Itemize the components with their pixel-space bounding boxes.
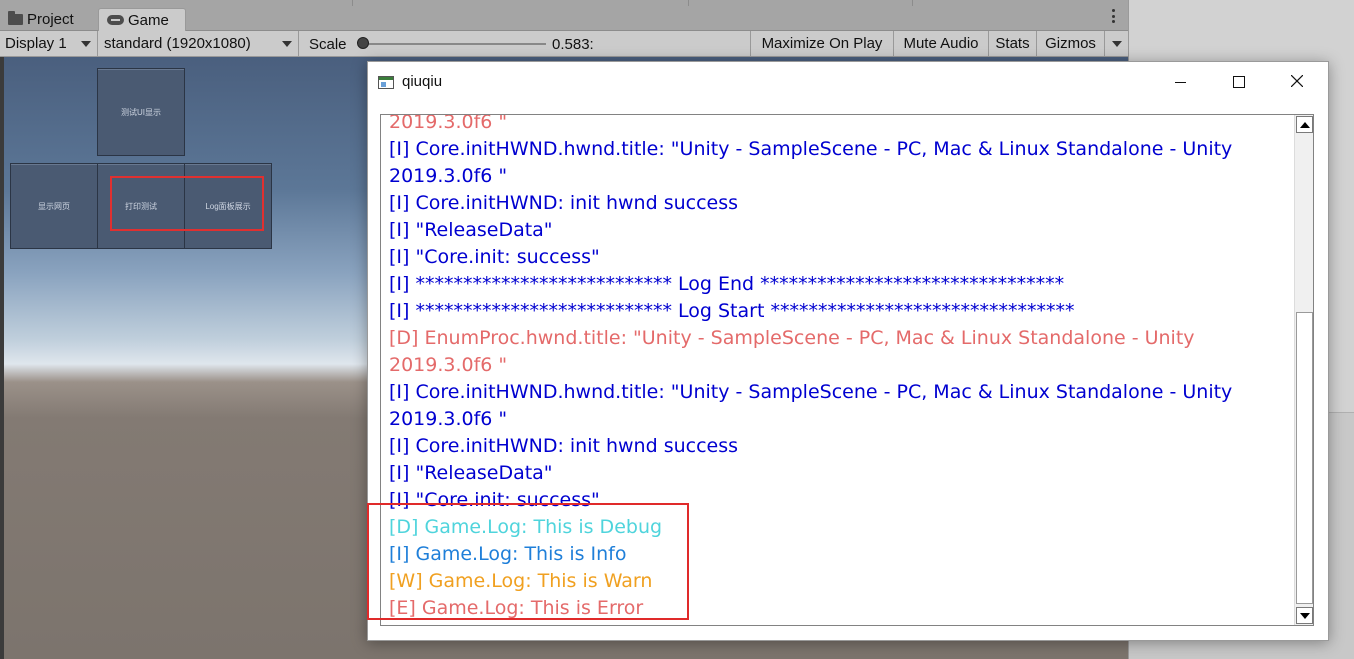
scale-label: Scale bbox=[309, 36, 347, 53]
log-line: [I] "ReleaseData" bbox=[389, 462, 553, 484]
resolution-dropdown-label: standard (1920x1080) bbox=[104, 35, 251, 52]
maximize-on-play-button[interactable]: Maximize On Play bbox=[750, 31, 893, 56]
minimize-button[interactable] bbox=[1152, 62, 1210, 102]
maximize-button[interactable] bbox=[1210, 62, 1268, 102]
log-line: 2019.3.0f6 " bbox=[389, 354, 508, 376]
tab-game-label: Game bbox=[128, 11, 169, 29]
log-line: [D] EnumProc.hwnd.title: "Unity - Sample… bbox=[389, 327, 1195, 349]
gizmos-label: Gizmos bbox=[1045, 35, 1096, 52]
editor-tab-bar: Project Game bbox=[0, 0, 1128, 31]
app-icon bbox=[378, 76, 394, 89]
scroll-down-icon[interactable] bbox=[1296, 607, 1313, 624]
highlight-box bbox=[367, 503, 689, 620]
highlight-box bbox=[110, 176, 264, 231]
log-line: [I] Core.initHWND: init hwnd success bbox=[389, 192, 739, 214]
tab-project-label: Project bbox=[27, 11, 74, 28]
more-options-icon[interactable] bbox=[1112, 9, 1116, 23]
show-webpage-label: 显示网页 bbox=[38, 201, 70, 211]
stats-label: Stats bbox=[995, 35, 1030, 52]
log-line: [I] *************************** Log End … bbox=[389, 273, 1065, 295]
log-line: 2019.3.0f6 " bbox=[389, 114, 508, 133]
display-dropdown-label: Display 1 bbox=[5, 35, 67, 52]
log-line: [I] *************************** Log Star… bbox=[389, 300, 1075, 322]
scale-slider-thumb[interactable] bbox=[357, 37, 369, 49]
gizmos-dropdown-icon[interactable] bbox=[1104, 31, 1128, 56]
log-line: 2019.3.0f6 " bbox=[389, 408, 508, 430]
show-webpage-button[interactable]: 显示网页 bbox=[10, 163, 98, 249]
gamepad-icon bbox=[107, 15, 124, 25]
vertical-scrollbar[interactable] bbox=[1294, 115, 1313, 625]
chevron-down-icon bbox=[282, 41, 292, 47]
resolution-dropdown[interactable]: standard (1920x1080) bbox=[99, 31, 299, 56]
chevron-down-icon bbox=[81, 41, 91, 47]
close-button[interactable] bbox=[1268, 62, 1326, 102]
scale-value: 0.583: bbox=[552, 36, 594, 53]
mute-audio-button[interactable]: Mute Audio bbox=[893, 31, 988, 56]
log-line: [I] Core.initHWND: init hwnd success bbox=[389, 435, 739, 457]
test-ui-display-button[interactable]: 测试UI显示 bbox=[97, 68, 185, 156]
window-title: qiuqiu bbox=[402, 73, 443, 90]
maximize-on-play-label: Maximize On Play bbox=[761, 35, 883, 52]
display-dropdown[interactable]: Display 1 bbox=[0, 31, 98, 56]
window-title-bar[interactable]: qiuqiu bbox=[368, 62, 1328, 102]
log-line: 2019.3.0f6 " bbox=[389, 165, 508, 187]
test-ui-display-label: 测试UI显示 bbox=[121, 107, 161, 117]
game-toolbar: Display 1 standard (1920x1080) Scale 0.5… bbox=[0, 31, 1128, 57]
tab-game[interactable]: Game bbox=[98, 8, 186, 31]
mute-audio-label: Mute Audio bbox=[903, 35, 979, 52]
close-icon bbox=[1291, 75, 1303, 87]
scroll-thumb[interactable] bbox=[1296, 312, 1313, 604]
divider bbox=[688, 0, 689, 6]
scale-slider-track[interactable] bbox=[362, 43, 546, 45]
tab-project[interactable]: Project bbox=[0, 8, 96, 31]
gizmos-button[interactable]: Gizmos bbox=[1036, 31, 1104, 56]
folder-icon bbox=[8, 11, 23, 25]
stats-button[interactable]: Stats bbox=[988, 31, 1036, 56]
divider bbox=[352, 0, 353, 6]
log-line: [I] Core.initHWND.hwnd.title: "Unity - S… bbox=[389, 381, 1233, 403]
log-line: [I] "Core.init: success" bbox=[389, 246, 600, 268]
log-line: [I] "ReleaseData" bbox=[389, 219, 553, 241]
divider bbox=[912, 0, 913, 6]
log-line: [I] Core.initHWND.hwnd.title: "Unity - S… bbox=[389, 138, 1233, 160]
scroll-up-icon[interactable] bbox=[1296, 116, 1313, 133]
